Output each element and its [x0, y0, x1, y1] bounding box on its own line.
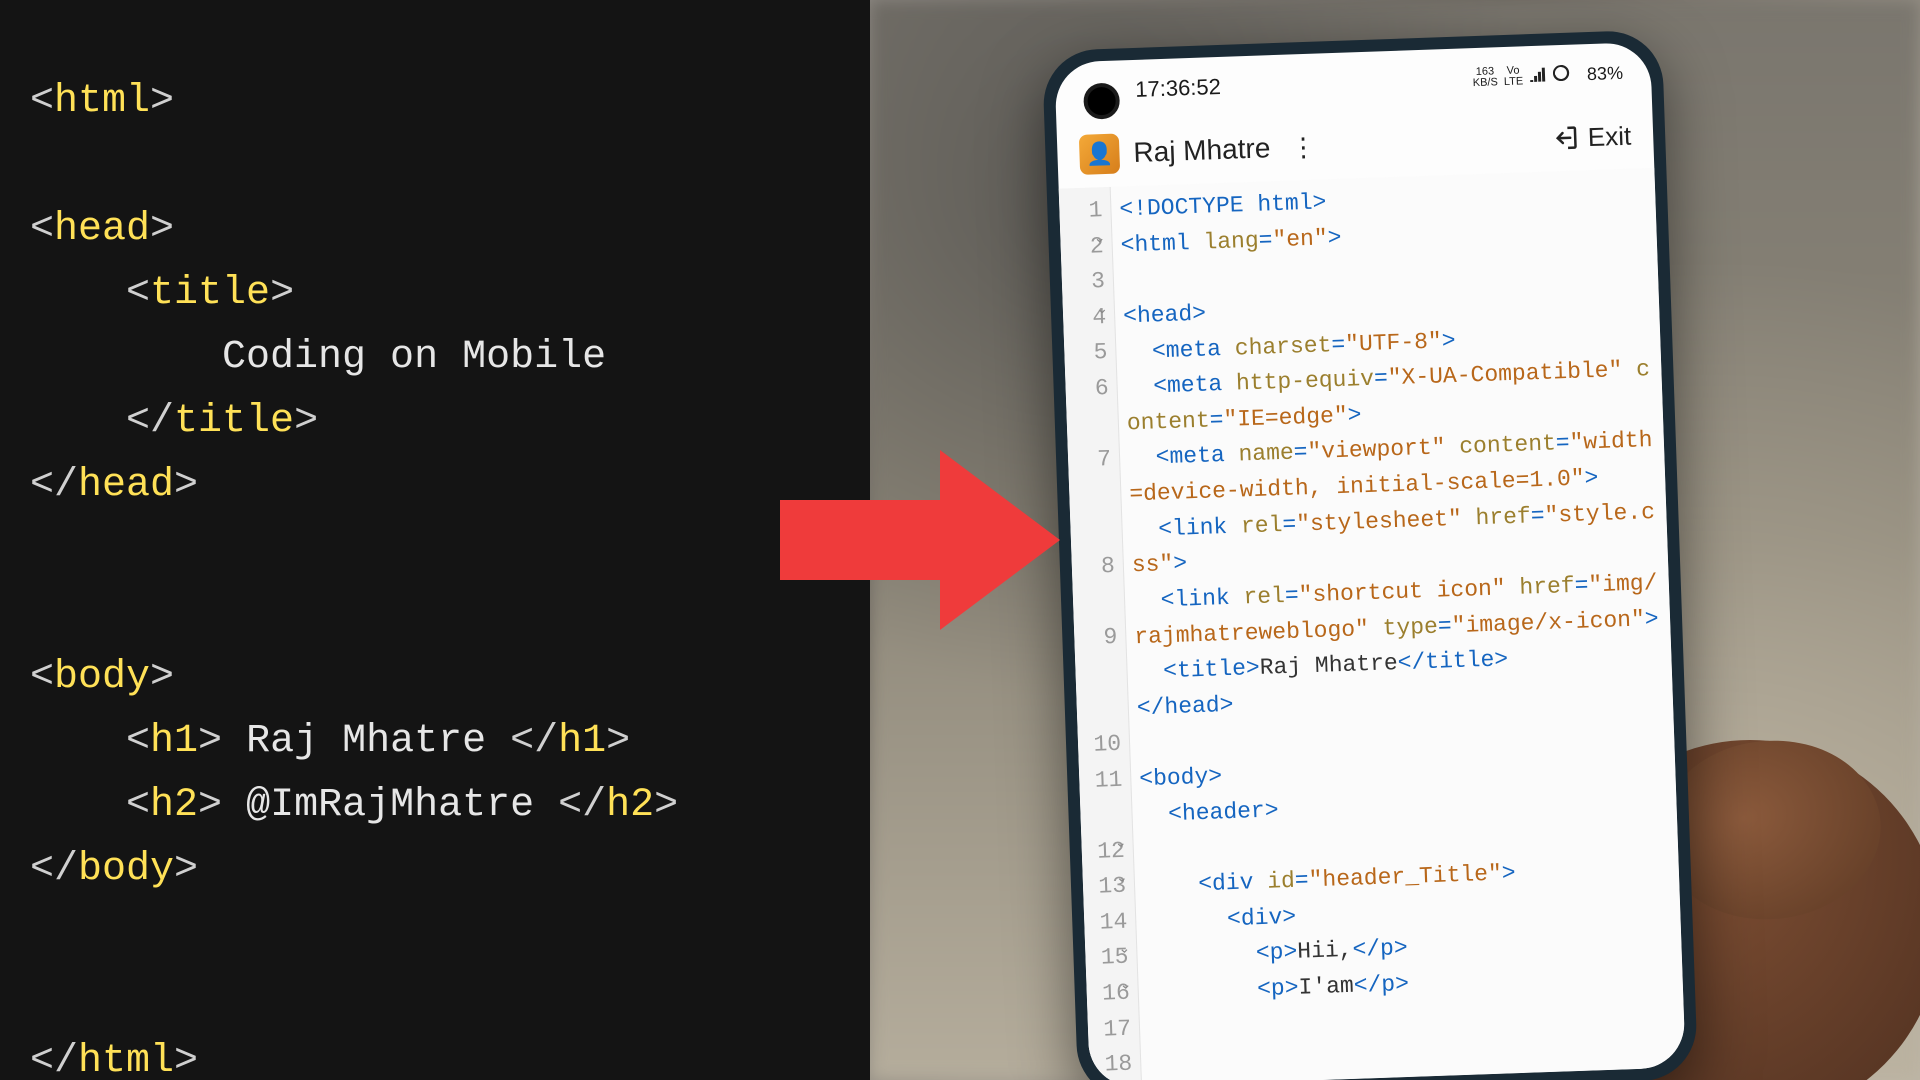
phone-screen: 17:36:52 163 KB/S Vo LTE	[1054, 42, 1685, 1080]
code-line: </title>	[30, 390, 840, 454]
code-content[interactable]: <!DOCTYPE html> <html lang="en"> <head> …	[1111, 168, 1686, 1080]
code-line: <title>	[30, 262, 840, 326]
net-speed: 163 KB/S	[1472, 66, 1498, 89]
code-line: </html>	[30, 1030, 840, 1080]
code-line: </body>	[30, 838, 840, 902]
app-title: Raj Mhatre	[1133, 132, 1271, 169]
phone-frame: 17:36:52 163 KB/S Vo LTE	[1042, 30, 1698, 1080]
exit-button[interactable]: Exit	[1549, 120, 1631, 154]
arrow-icon	[770, 440, 1070, 640]
code-line: <h2> @ImRajMhatre </h2>	[30, 774, 840, 838]
code-line: <body>	[30, 646, 840, 710]
battery-percent: 83%	[1587, 62, 1624, 84]
code-line: <html>	[30, 70, 840, 134]
battery-icon	[1553, 64, 1582, 86]
exit-icon	[1549, 122, 1580, 153]
avatar[interactable]: 👤	[1079, 134, 1120, 175]
code-line: <h1> Raj Mhatre </h1>	[30, 710, 840, 774]
signal-icon	[1529, 65, 1548, 87]
mobile-code-editor[interactable]: 1 2⌄ 3 4⌄ 5 6 7 8 9 10 11	[1059, 168, 1686, 1080]
status-time: 17:36:52	[1135, 74, 1221, 103]
desktop-code-editor: <html> <head> <title> Coding on Mobile <…	[0, 0, 870, 1080]
volte-icon: Vo LTE	[1503, 65, 1523, 88]
code-line: Coding on Mobile	[30, 326, 840, 390]
code-line: <head>	[30, 198, 840, 262]
menu-dots-icon[interactable]: ⋮	[1284, 131, 1323, 163]
code-line: </head>	[30, 454, 840, 518]
